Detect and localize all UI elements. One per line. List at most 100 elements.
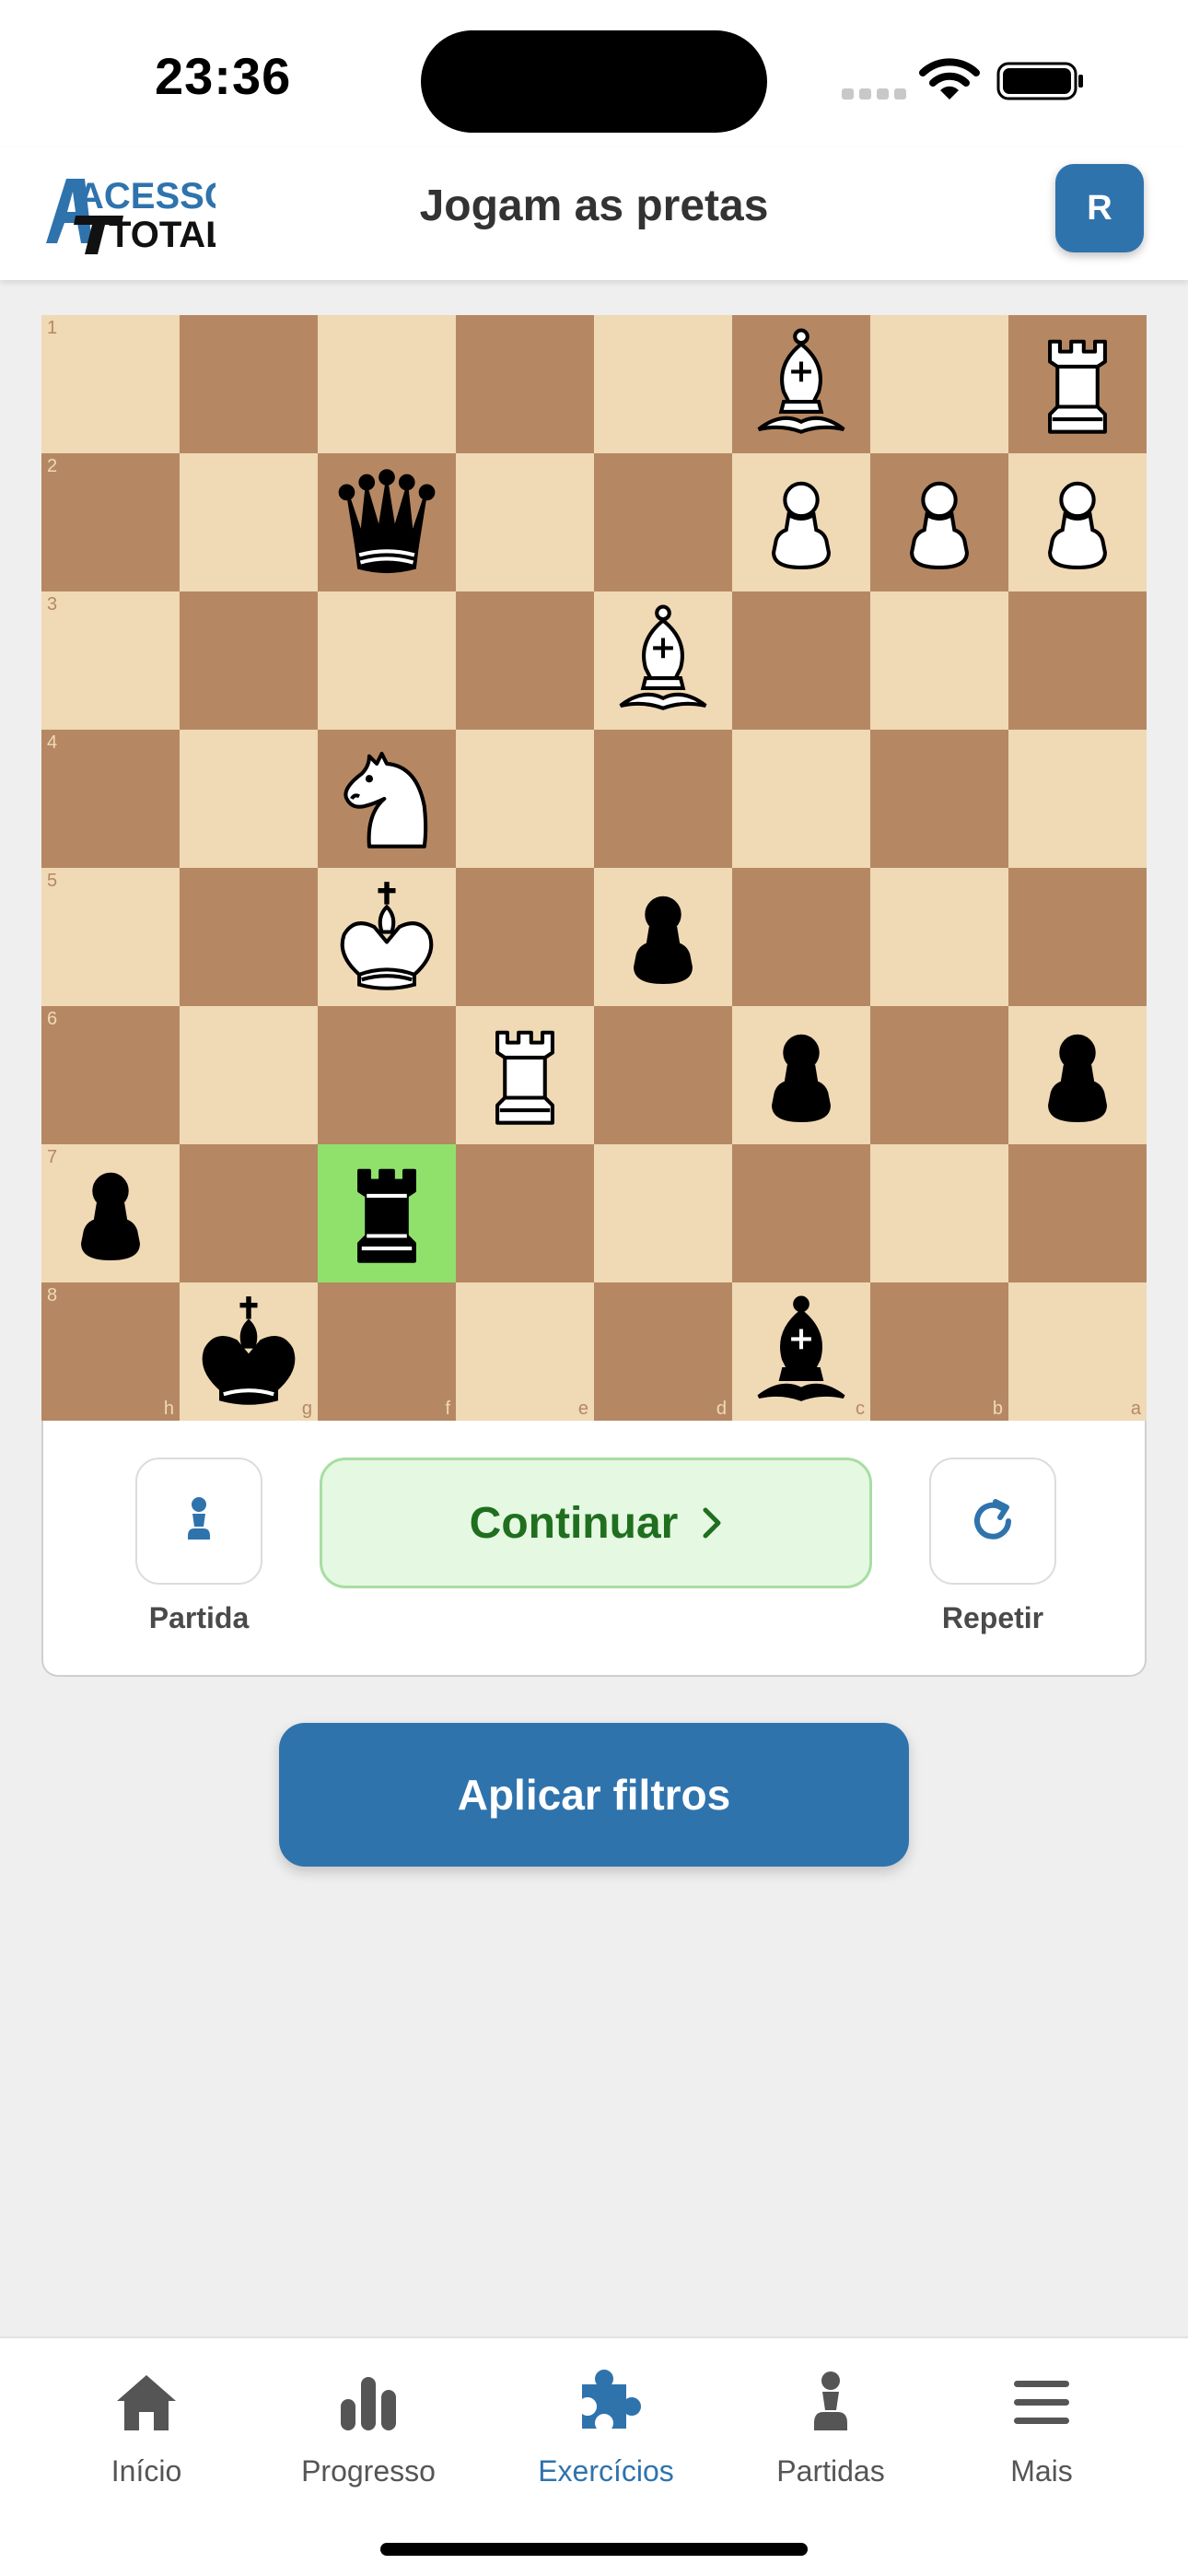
square-f5[interactable] bbox=[318, 868, 456, 1006]
square-d2[interactable] bbox=[594, 453, 732, 591]
white-pawn-piece[interactable] bbox=[739, 460, 864, 585]
square-b1[interactable] bbox=[870, 315, 1008, 453]
square-g7[interactable] bbox=[180, 1144, 318, 1282]
square-h1[interactable]: 1 bbox=[41, 315, 180, 453]
square-c2[interactable] bbox=[732, 453, 870, 591]
square-e8[interactable]: e bbox=[456, 1282, 594, 1421]
square-g5[interactable] bbox=[180, 868, 318, 1006]
file-label: a bbox=[1130, 1399, 1141, 1419]
square-a6[interactable] bbox=[1008, 1006, 1147, 1144]
repeat-button[interactable] bbox=[929, 1458, 1056, 1585]
puzzle-icon bbox=[582, 2370, 641, 2429]
square-e1[interactable] bbox=[456, 315, 594, 453]
square-h4[interactable]: 4 bbox=[41, 730, 180, 868]
square-d4[interactable] bbox=[594, 730, 732, 868]
square-f1[interactable] bbox=[318, 315, 456, 453]
square-d6[interactable] bbox=[594, 1006, 732, 1144]
square-a3[interactable] bbox=[1008, 591, 1147, 730]
square-a1[interactable] bbox=[1008, 315, 1147, 453]
square-h7[interactable]: 7 bbox=[41, 1144, 180, 1282]
black-rook-piece[interactable] bbox=[324, 1151, 449, 1276]
square-g1[interactable] bbox=[180, 315, 318, 453]
square-a4[interactable] bbox=[1008, 730, 1147, 868]
square-e7[interactable] bbox=[456, 1144, 594, 1282]
square-f8[interactable]: f bbox=[318, 1282, 456, 1421]
white-rook-piece[interactable] bbox=[462, 1013, 588, 1138]
white-bishop-piece[interactable] bbox=[600, 598, 726, 723]
square-b5[interactable] bbox=[870, 868, 1008, 1006]
refresh-icon bbox=[974, 1499, 1011, 1540]
square-d8[interactable]: d bbox=[594, 1282, 732, 1421]
square-g2[interactable] bbox=[180, 453, 318, 591]
black-queen-piece[interactable] bbox=[324, 460, 449, 585]
rank-label: 8 bbox=[47, 1285, 58, 1306]
square-f7[interactable] bbox=[318, 1144, 456, 1282]
square-c4[interactable] bbox=[732, 730, 870, 868]
square-e5[interactable] bbox=[456, 868, 594, 1006]
square-g3[interactable] bbox=[180, 591, 318, 730]
tab-inicio[interactable]: Início bbox=[45, 2366, 248, 2523]
white-pawn-piece[interactable] bbox=[1015, 460, 1140, 585]
square-h8[interactable]: 8h bbox=[41, 1282, 180, 1421]
black-bishop-piece[interactable] bbox=[739, 1289, 864, 1414]
tab-mais[interactable]: Mais bbox=[940, 2366, 1143, 2523]
square-d7[interactable] bbox=[594, 1144, 732, 1282]
square-f2[interactable] bbox=[318, 453, 456, 591]
black-pawn-piece[interactable] bbox=[1015, 1013, 1140, 1138]
white-knight-piece[interactable] bbox=[324, 736, 449, 861]
tab-progresso[interactable]: Progresso bbox=[267, 2366, 470, 2523]
square-c5[interactable] bbox=[732, 868, 870, 1006]
game-button[interactable] bbox=[135, 1458, 262, 1585]
square-d1[interactable] bbox=[594, 315, 732, 453]
tab-exercicios[interactable]: Exercícios bbox=[505, 2366, 707, 2523]
user-avatar-button[interactable]: R bbox=[1055, 164, 1144, 252]
square-h6[interactable]: 6 bbox=[41, 1006, 180, 1144]
white-pawn-piece[interactable] bbox=[877, 460, 1002, 585]
square-c1[interactable] bbox=[732, 315, 870, 453]
square-b6[interactable] bbox=[870, 1006, 1008, 1144]
square-g8[interactable]: g bbox=[180, 1282, 318, 1421]
chess-board[interactable]: 1 2 3 4 5 6 7 8 h g f e d c b a bbox=[41, 315, 1147, 1421]
square-c8[interactable]: c bbox=[732, 1282, 870, 1421]
continue-button[interactable]: Continuar bbox=[320, 1458, 872, 1588]
square-h3[interactable]: 3 bbox=[41, 591, 180, 730]
white-bishop-piece[interactable] bbox=[739, 322, 864, 447]
square-f3[interactable] bbox=[318, 591, 456, 730]
square-d5[interactable] bbox=[594, 868, 732, 1006]
square-a5[interactable] bbox=[1008, 868, 1147, 1006]
black-pawn-piece[interactable] bbox=[600, 874, 726, 1000]
file-label: f bbox=[445, 1399, 450, 1419]
square-d3[interactable] bbox=[594, 591, 732, 730]
white-king-piece[interactable] bbox=[324, 874, 449, 1000]
square-h5[interactable]: 5 bbox=[41, 868, 180, 1006]
square-e4[interactable] bbox=[456, 730, 594, 868]
square-f6[interactable] bbox=[318, 1006, 456, 1144]
square-c6[interactable] bbox=[732, 1006, 870, 1144]
tab-partidas[interactable]: Partidas bbox=[729, 2366, 932, 2523]
square-b2[interactable] bbox=[870, 453, 1008, 591]
black-pawn-piece[interactable] bbox=[48, 1151, 173, 1276]
square-e6[interactable] bbox=[456, 1006, 594, 1144]
black-pawn-piece[interactable] bbox=[739, 1013, 864, 1138]
square-a2[interactable] bbox=[1008, 453, 1147, 591]
square-h2[interactable]: 2 bbox=[41, 453, 180, 591]
square-e3[interactable] bbox=[456, 591, 594, 730]
home-icon bbox=[117, 2375, 176, 2430]
square-f4[interactable] bbox=[318, 730, 456, 868]
square-c3[interactable] bbox=[732, 591, 870, 730]
square-b8[interactable]: b bbox=[870, 1282, 1008, 1421]
square-b3[interactable] bbox=[870, 591, 1008, 730]
square-g6[interactable] bbox=[180, 1006, 318, 1144]
square-e2[interactable] bbox=[456, 453, 594, 591]
white-rook-piece[interactable] bbox=[1015, 322, 1140, 447]
square-b4[interactable] bbox=[870, 730, 1008, 868]
square-c7[interactable] bbox=[732, 1144, 870, 1282]
dynamic-island bbox=[421, 30, 767, 133]
square-a8[interactable]: a bbox=[1008, 1282, 1147, 1421]
square-g4[interactable] bbox=[180, 730, 318, 868]
square-b7[interactable] bbox=[870, 1144, 1008, 1282]
pawn-icon bbox=[188, 1497, 210, 1540]
apply-filters-button[interactable]: Aplicar filtros bbox=[279, 1723, 909, 1867]
square-a7[interactable] bbox=[1008, 1144, 1147, 1282]
black-king-piece[interactable] bbox=[186, 1289, 311, 1414]
